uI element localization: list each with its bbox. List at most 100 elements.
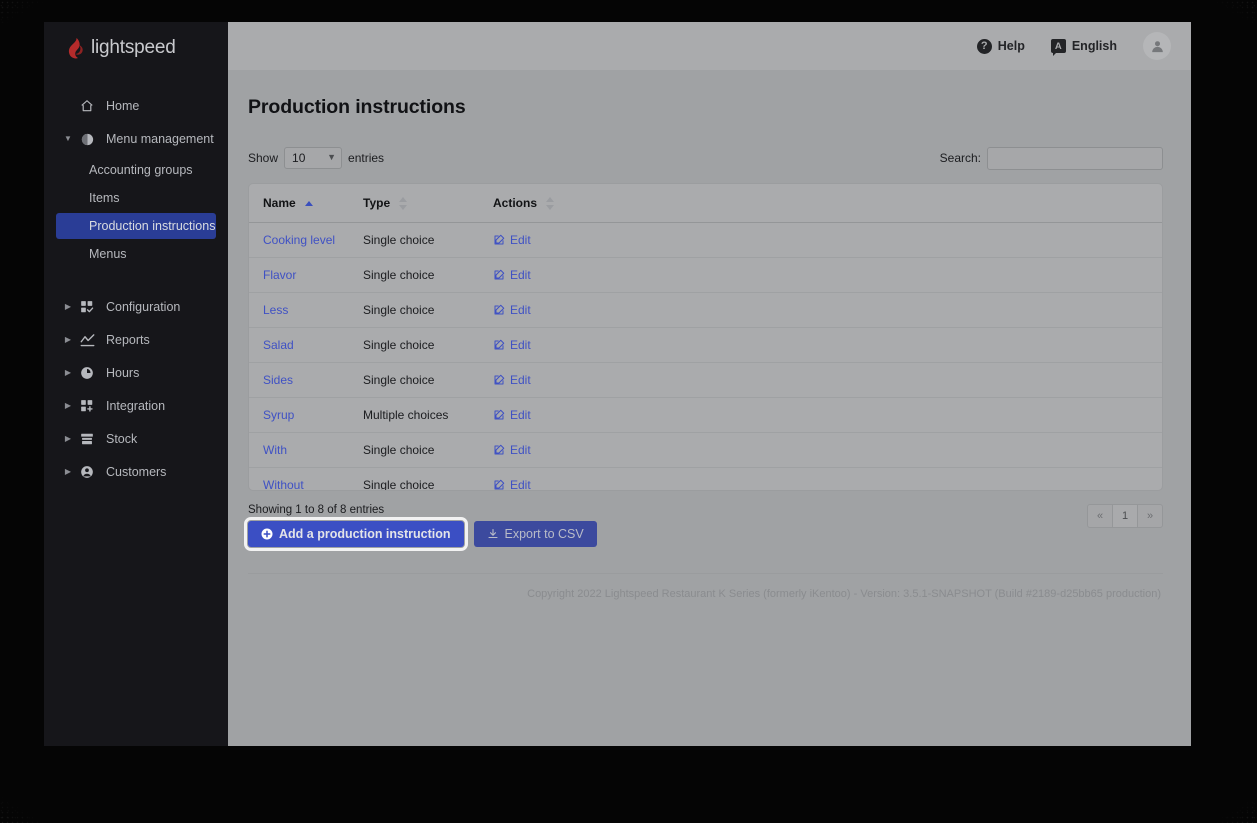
edit-label: Edit bbox=[510, 233, 531, 248]
edit-pencil-icon bbox=[493, 444, 505, 456]
top-header-bar: ? Help A English bbox=[228, 22, 1191, 70]
search-input[interactable] bbox=[987, 146, 1163, 170]
edit-pencil-icon bbox=[493, 409, 505, 421]
sidebar-item-stock[interactable]: ▶ Stock bbox=[56, 424, 216, 454]
pagination-page-1[interactable]: 1 bbox=[1112, 504, 1138, 528]
show-label: Show bbox=[248, 151, 279, 165]
table-controls: Show 10 25 50 100 ▼ entries bbox=[248, 145, 1163, 171]
help-button[interactable]: ? Help bbox=[976, 38, 1025, 54]
instruction-link[interactable]: Cooking level bbox=[263, 233, 335, 247]
page-length-select[interactable]: 10 25 50 100 bbox=[284, 147, 343, 169]
cell-type: Single choice bbox=[349, 362, 479, 399]
sidebar-item-label: Home bbox=[106, 99, 140, 113]
edit-button[interactable]: Edit bbox=[493, 373, 559, 387]
instruction-link[interactable]: Syrup bbox=[263, 408, 294, 422]
add-production-instruction-button[interactable]: Add a production instruction bbox=[244, 517, 468, 551]
sidebar-item-reports[interactable]: ▶ Reports bbox=[56, 325, 216, 355]
customer-icon bbox=[76, 465, 98, 479]
cell-name: Salad bbox=[249, 327, 349, 364]
sidebar-item-production-instructions[interactable]: Production instructions bbox=[56, 213, 216, 239]
edit-button[interactable]: Edit bbox=[493, 268, 559, 282]
language-label: English bbox=[1071, 39, 1117, 53]
column-header-type[interactable]: Type bbox=[349, 184, 479, 224]
instruction-link[interactable]: Flavor bbox=[263, 268, 296, 282]
instruction-link[interactable]: Salad bbox=[263, 338, 294, 352]
edit-label: Edit bbox=[510, 478, 531, 491]
chevron-right-icon: ▶ bbox=[64, 434, 72, 443]
chevron-right-icon: ▶ bbox=[64, 302, 72, 311]
sort-none-icon bbox=[546, 197, 555, 211]
cell-spacer bbox=[569, 257, 1162, 294]
clock-icon bbox=[76, 366, 98, 380]
edit-label: Edit bbox=[510, 443, 531, 458]
edit-label: Edit bbox=[510, 373, 531, 388]
edit-label: Edit bbox=[510, 303, 531, 318]
cell-actions: Edit bbox=[479, 327, 569, 364]
chevron-down-icon: ▼ bbox=[64, 134, 72, 143]
sidebar-item-accounting-groups[interactable]: Accounting groups bbox=[56, 157, 216, 183]
sidebar-item-label: Menu management bbox=[106, 132, 214, 146]
sidebar-item-configuration[interactable]: ▶ Configuration bbox=[56, 292, 216, 322]
sidebar-item-home[interactable]: ▶ Home bbox=[56, 91, 216, 121]
instruction-link[interactable]: With bbox=[263, 443, 287, 457]
sidebar-item-label: Reports bbox=[106, 333, 150, 347]
table-row: Without Single choice Edit bbox=[249, 467, 1162, 491]
edit-button[interactable]: Edit bbox=[493, 408, 559, 422]
instruction-link[interactable]: Without bbox=[263, 478, 304, 490]
translate-icon: A bbox=[1050, 39, 1066, 56]
edit-button[interactable]: Edit bbox=[493, 303, 559, 317]
cell-actions: Edit bbox=[479, 432, 569, 469]
search-label: Search: bbox=[939, 151, 981, 165]
sidebar-item-hours[interactable]: ▶ Hours bbox=[56, 358, 216, 388]
sidebar-subitem-label: Production instructions bbox=[89, 219, 216, 233]
sidebar-item-label: Integration bbox=[106, 399, 166, 413]
table-head: Name Type Actions bbox=[249, 184, 1162, 224]
show-entries-control: Show 10 25 50 100 ▼ entries bbox=[248, 147, 384, 169]
production-instructions-table: Name Type Actions Cooking level Single c… bbox=[249, 184, 1162, 491]
instruction-link[interactable]: Sides bbox=[263, 373, 293, 387]
table-row: Sides Single choice Edit bbox=[249, 362, 1162, 399]
edit-pencil-icon bbox=[493, 269, 505, 281]
search-control: Search: bbox=[939, 146, 1163, 170]
sidebar-item-menu-management[interactable]: ▼ Menu management bbox=[56, 124, 216, 154]
edit-button[interactable]: Edit bbox=[493, 443, 559, 457]
sidebar-item-menus[interactable]: Menus bbox=[56, 241, 216, 267]
brand-logo[interactable]: lightspeed bbox=[44, 22, 228, 74]
edit-button[interactable]: Edit bbox=[493, 338, 559, 352]
question-circle-icon: ? bbox=[976, 38, 992, 54]
column-header-name[interactable]: Name bbox=[249, 184, 349, 224]
download-icon bbox=[487, 528, 499, 540]
pagination-previous[interactable]: « bbox=[1087, 504, 1113, 528]
sidebar-submenu-menu-management: Accounting groups Items Production instr… bbox=[44, 157, 228, 267]
cell-spacer bbox=[569, 362, 1162, 399]
sidebar-item-label: Configuration bbox=[106, 300, 181, 314]
sidebar-item-label: Stock bbox=[106, 432, 138, 446]
cell-actions: Edit bbox=[479, 467, 569, 491]
edit-pencil-icon bbox=[493, 479, 505, 490]
edit-button[interactable]: Edit bbox=[493, 478, 559, 491]
export-to-csv-button[interactable]: Export to CSV bbox=[473, 521, 597, 547]
chevron-right-icon: ▶ bbox=[64, 335, 72, 344]
main-area: ? Help A English Production instructions bbox=[228, 22, 1191, 746]
stock-box-icon bbox=[76, 432, 98, 446]
column-label: Actions bbox=[493, 196, 538, 210]
sidebar-item-customers[interactable]: ▶ Customers bbox=[56, 457, 216, 487]
sidebar-subitem-label: Menus bbox=[89, 247, 127, 261]
table-row: Cooking level Single choice Edit bbox=[249, 222, 1162, 259]
screen-root: lightspeed ▶ Home ▼ bbox=[0, 0, 1257, 823]
language-selector[interactable]: A English bbox=[1050, 39, 1117, 56]
sidebar-item-integration[interactable]: ▶ Integration bbox=[56, 391, 216, 421]
user-avatar-button[interactable] bbox=[1143, 32, 1171, 60]
cell-name: Syrup bbox=[249, 397, 349, 434]
reports-chart-icon bbox=[76, 333, 98, 348]
pagination-next[interactable]: » bbox=[1137, 504, 1163, 528]
edit-pencil-icon bbox=[493, 234, 505, 246]
cell-spacer bbox=[569, 222, 1162, 259]
cell-actions: Edit bbox=[479, 222, 569, 259]
chevron-right-icon: ▶ bbox=[64, 401, 72, 410]
instruction-link[interactable]: Less bbox=[263, 303, 288, 317]
column-header-actions[interactable]: Actions bbox=[479, 184, 569, 224]
edit-label: Edit bbox=[510, 408, 531, 423]
sidebar-item-items[interactable]: Items bbox=[56, 185, 216, 211]
edit-button[interactable]: Edit bbox=[493, 233, 559, 247]
